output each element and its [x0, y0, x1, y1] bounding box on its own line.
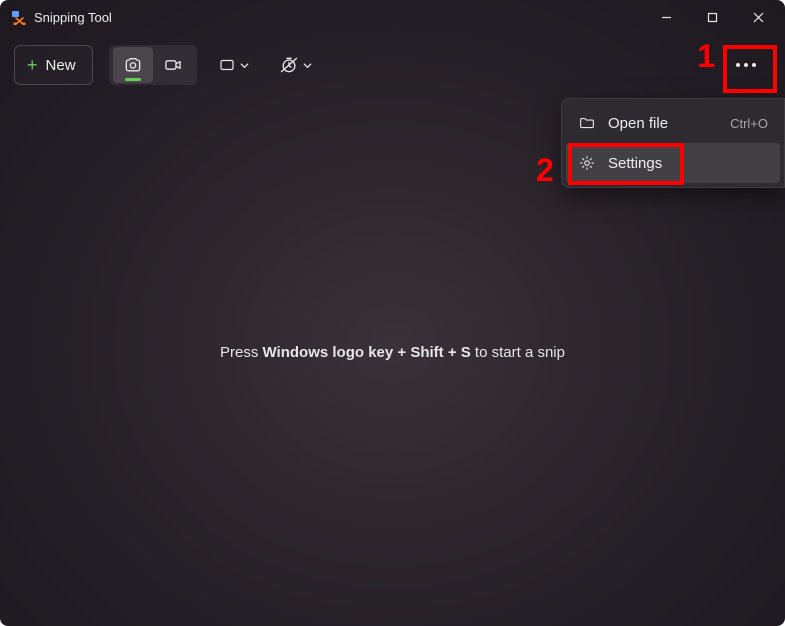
more-options-button[interactable] — [725, 47, 767, 83]
app-window: Snipping Tool + New — [0, 0, 785, 626]
snip-shape-dropdown[interactable] — [209, 45, 259, 85]
menu-item-settings[interactable]: Settings — [566, 143, 780, 183]
title-bar[interactable]: Snipping Tool — [0, 0, 785, 34]
dots-icon — [736, 63, 740, 67]
delay-dropdown[interactable] — [271, 45, 321, 85]
chevron-down-icon — [303, 61, 312, 70]
maximize-button[interactable] — [689, 0, 735, 34]
minimize-button[interactable] — [643, 0, 689, 34]
annotation-number-2: 2 — [536, 152, 554, 189]
video-mode-button[interactable] — [153, 47, 193, 83]
menu-item-label: Open file — [608, 115, 718, 132]
app-title: Snipping Tool — [34, 10, 112, 25]
folder-icon — [578, 114, 596, 132]
photo-mode-button[interactable] — [113, 47, 153, 83]
menu-item-open-file[interactable]: Open file Ctrl+O — [566, 103, 780, 143]
chevron-down-icon — [240, 61, 249, 70]
hint-text: Press Windows logo key + Shift + S to st… — [0, 344, 785, 361]
menu-item-label: Settings — [608, 155, 768, 172]
more-options-menu: Open file Ctrl+O Settings — [561, 98, 785, 188]
new-button-label: New — [46, 57, 76, 74]
app-icon — [10, 9, 26, 25]
gear-icon — [578, 154, 596, 172]
plus-icon: + — [27, 56, 38, 74]
window-controls — [643, 0, 781, 34]
new-button[interactable]: + New — [14, 45, 93, 85]
close-button[interactable] — [735, 0, 781, 34]
capture-mode-group — [109, 45, 197, 85]
menu-item-shortcut: Ctrl+O — [730, 116, 768, 131]
toolbar: + New — [0, 34, 785, 96]
